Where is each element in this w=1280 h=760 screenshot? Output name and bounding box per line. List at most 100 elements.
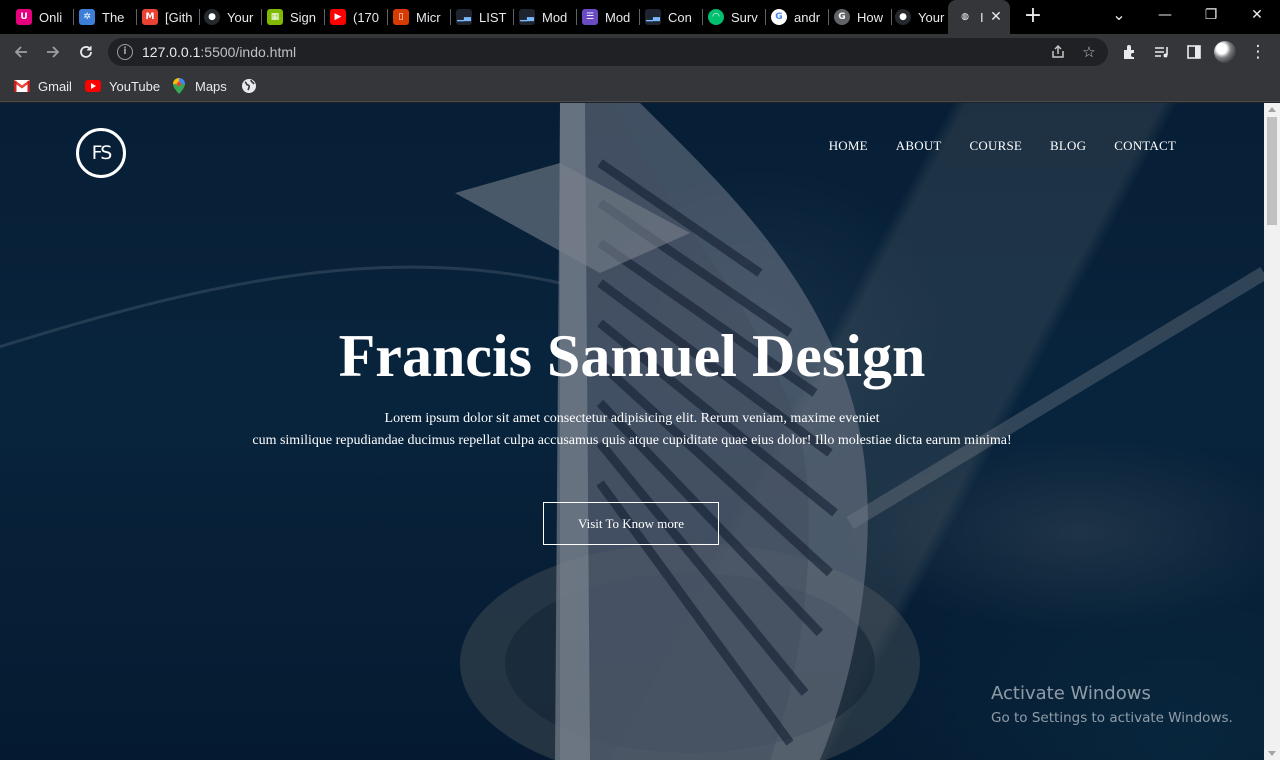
nav-contact[interactable]: CONTACT [1114,138,1176,154]
tab-search-button[interactable]: ⌄ [1096,0,1142,30]
browser-tab[interactable]: ▁▃ LIST [456,0,508,34]
globe-icon [241,78,257,94]
side-panel-icon[interactable] [1180,38,1208,66]
scrollbar-thumb[interactable] [1267,117,1277,225]
share-icon[interactable] [1045,39,1071,65]
site-nav: HOME ABOUT COURSE BLOG CONTACT [801,138,1176,154]
reload-button[interactable] [72,38,100,66]
url-path: :5500/indo.html [200,44,297,60]
url-text[interactable]: 127.0.0.1:5500/indo.html [142,44,296,60]
tab-separator [513,9,514,25]
hero-subtitle-line-1: Lorem ipsum dolor sit amet consectetur a… [384,411,880,426]
tab-title: Surv [731,9,758,25]
bookmark-globe[interactable] [241,76,265,96]
browser-tab[interactable]: G How [834,0,886,34]
tab-strip: U Onli ✲ The M [Gith ● Your ▦ Sign ▶ (170 ▯ Micr ▁▃ LIS… [0,0,1280,34]
browser-tab[interactable]: ▦ Sign [267,0,319,34]
tab-active[interactable]: ◍ I ✕ [948,0,1010,34]
url-host: 127.0.0.1 [142,44,201,60]
profile-avatar[interactable] [1214,41,1236,63]
hero-subtitle-line-2: cum similique repudiandae ducimus repell… [252,433,1012,448]
visit-button[interactable]: Visit To Know more [543,502,719,545]
menu-kebab-icon[interactable]: ⋮ [1244,38,1272,66]
browser-tab[interactable]: ▁▃ Con [645,0,697,34]
bookmark-label: Maps [195,78,227,94]
tab-separator [450,9,451,25]
activate-windows-watermark: Activate Windows Go to Settings to activ… [991,682,1233,728]
browser-toolbar: i 127.0.0.1:5500/indo.html ☆ ⋮ [0,34,1280,70]
nav-course[interactable]: COURSE [970,138,1023,154]
scroll-up-arrow[interactable] [1268,107,1276,112]
back-button[interactable] [7,38,35,66]
new-tab-button[interactable]: + [1020,5,1046,29]
tab-title: Mod [605,9,631,25]
browser-tab[interactable]: M [Gith [142,0,194,34]
bookmark-star-icon[interactable]: ☆ [1076,39,1102,65]
tab-separator [765,9,766,25]
browser-tab[interactable]: ● Your [204,0,256,34]
tab-separator [324,9,325,25]
minimize-button[interactable]: — [1142,0,1188,30]
tab-separator [828,9,829,25]
page-scrollbar[interactable] [1264,103,1280,760]
browser-tab[interactable]: U Onli [16,0,68,34]
tab-separator [702,9,703,25]
watermark-subtitle: Go to Settings to activate Windows. [991,710,1233,726]
browser-tab[interactable]: ▯ Micr [393,0,445,34]
tab-title: The [102,9,125,25]
chart-icon: ▁▃ [519,9,535,25]
tab-close-icon[interactable]: ✕ [988,9,1004,25]
microsoft-icon: ▦ [267,9,283,25]
maps-pin-icon [171,78,187,94]
nav-blog[interactable]: BLOG [1050,138,1086,154]
site-info-icon[interactable]: i [117,44,133,60]
watermark-title: Activate Windows [991,683,1151,704]
office-icon: ▯ [393,9,409,25]
tab-title: Mod [542,9,568,25]
browser-tab[interactable]: ◠ Surv [708,0,760,34]
github-icon: ● [895,9,911,25]
tab-separator [136,9,137,25]
restore-button[interactable]: ❐ [1188,0,1234,30]
globe-icon: ◍ [957,9,973,25]
browser-tab[interactable]: ☰ Mod [582,0,634,34]
tab-title: Micr [416,9,441,25]
tab-separator [73,9,74,25]
window-close-button[interactable]: ✕ [1234,0,1280,30]
site-logo[interactable]: FS [76,128,126,178]
browser-tab[interactable]: ▶ (170 [330,0,382,34]
bookmarks-bar: Gmail YouTube Maps [0,70,1280,102]
gmail-icon: M [142,9,158,25]
tab-title: Your [227,9,254,25]
tab-title: LIST [479,9,507,25]
tab-title: Sign [290,9,317,25]
browser-tab[interactable]: Gandr [771,0,823,34]
page-viewport: FS HOME ABOUT COURSE BLOG CONTACT Franci… [0,103,1264,760]
gmail-icon [14,78,30,94]
u-app-icon: U [16,9,32,25]
scroll-down-arrow[interactable] [1268,751,1276,756]
arrow-left-icon [14,46,27,58]
tab-title: (170 [353,9,380,25]
list-icon: ☰ [582,9,598,25]
tab-title: Onli [39,9,63,25]
bookmark-gmail[interactable]: Gmail [14,76,72,96]
surveymonkey-icon: ◠ [708,9,724,25]
snowflake-icon: ✲ [79,9,95,25]
chart-icon: ▁▃ [645,9,661,25]
youtube-icon [85,78,101,94]
nav-home[interactable]: HOME [829,138,868,154]
tab-title: Your [918,9,945,25]
extensions-icon[interactable] [1116,38,1144,66]
browser-tab[interactable]: ▁▃ Mod [519,0,571,34]
browser-tab[interactable]: ✲ The [79,0,131,34]
browser-tab[interactable]: ● Your [895,0,947,34]
bookmark-youtube[interactable]: YouTube [85,76,160,96]
g-circle-icon: G [834,9,850,25]
address-bar[interactable]: i 127.0.0.1:5500/indo.html ☆ [108,38,1108,66]
nav-about[interactable]: ABOUT [896,138,942,154]
forward-button[interactable] [39,38,67,66]
tab-title: [Gith [165,9,193,25]
media-control-icon[interactable] [1148,38,1176,66]
bookmark-maps[interactable]: Maps [171,76,227,96]
